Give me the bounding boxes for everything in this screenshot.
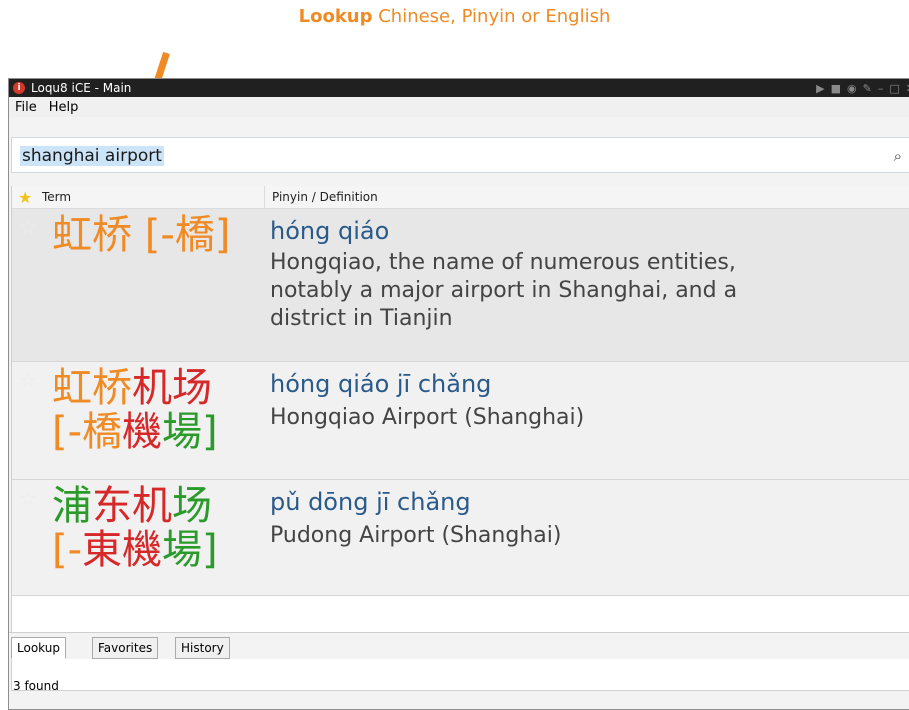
tab-favorites[interactable]: Favorites (92, 637, 159, 659)
column-definition[interactable]: Pinyin / Definition (272, 190, 378, 204)
term-simplified: 场 (172, 483, 212, 529)
result-term: 虹桥 [-橋] (52, 213, 262, 257)
result-row[interactable]: ☆ 虹桥 [-橋] hóng qiáo Hongqiao, the name o… (12, 209, 909, 362)
term-simplified: 虹桥 (52, 212, 132, 258)
app-icon: i (13, 82, 25, 94)
term-simplified: 东 (92, 483, 132, 529)
term-traditional: 機 (122, 409, 163, 455)
maximize-icon[interactable]: □ (889, 82, 899, 95)
search-input[interactable]: shanghai airport (20, 146, 164, 166)
result-term: 浦东机场 [-東機場] (52, 484, 262, 572)
definition-line: Pudong Airport (Shanghai) (270, 523, 562, 548)
term-traditional: [-橋 (52, 409, 123, 455)
search-box[interactable]: shanghai airport ⌕ (11, 137, 909, 173)
stop-icon[interactable]: ■ (831, 82, 841, 95)
camera-icon[interactable]: ◉ (847, 82, 857, 95)
term-simplified: 机 (132, 483, 172, 529)
minimize-icon[interactable]: – (878, 82, 884, 95)
result-definition: Pudong Airport (Shanghai) (270, 522, 870, 550)
definition-line: notably a major airport in Shanghai, and… (270, 278, 738, 303)
term-traditional: 東 (82, 527, 123, 573)
main-window: i Loqu8 iCE - Main ▶ ■ ◉ ✎ – □ ✕ File He… (8, 78, 909, 710)
search-icon[interactable]: ⌕ (894, 147, 902, 165)
term-traditional: 場] (162, 527, 218, 573)
annotation-caption: Lookup Chinese, Pinyin or English (0, 6, 909, 27)
definition-line: district in Tianjin (270, 306, 453, 331)
favorite-star-icon[interactable]: ☆ (19, 486, 37, 510)
column-divider (264, 186, 265, 208)
definition-line: Hongqiao Airport (Shanghai) (270, 405, 585, 430)
result-row[interactable]: ☆ 虹桥机场 [-橋機場] hóng qiáo jī chǎng Hongqia… (12, 362, 909, 480)
column-term[interactable]: Term (42, 190, 71, 204)
star-icon[interactable]: ★ (18, 188, 32, 207)
term-traditional: [- (52, 527, 83, 573)
definition-line: Hongqiao, the name of numerous entities, (270, 250, 736, 275)
result-row[interactable]: ☆ 浦东机场 [-東機場] pǔ dōng jī chǎng Pudong Ai… (12, 480, 909, 596)
tab-history[interactable]: History (175, 637, 230, 659)
window-title: Loqu8 iCE - Main (31, 81, 132, 95)
result-pinyin: hóng qiáo jī chǎng (270, 370, 492, 398)
term-simplified: 虹桥 (52, 365, 132, 411)
result-term: 虹桥机场 [-橋機場] (52, 366, 262, 454)
menu-file[interactable]: File (15, 100, 37, 115)
window-controls: ▶ ■ ◉ ✎ – □ ✕ (816, 79, 909, 97)
caption-rest: Chinese, Pinyin or English (372, 6, 611, 27)
menu-help[interactable]: Help (49, 100, 79, 115)
results-list: ★ Term Pinyin / Definition ☆ 虹桥 [-橋] hón… (11, 186, 909, 691)
result-definition: Hongqiao, the name of numerous entities,… (270, 249, 870, 333)
play-icon[interactable]: ▶ (816, 82, 824, 95)
term-traditional: [-橋] (144, 212, 231, 258)
result-pinyin: pǔ dōng jī chǎng (270, 488, 471, 516)
status-text: 3 found (13, 679, 59, 693)
settings-icon[interactable]: ✎ (863, 82, 872, 95)
menu-bar: File Help (9, 97, 909, 117)
favorite-star-icon[interactable]: ☆ (19, 215, 37, 239)
column-header: ★ Term Pinyin / Definition (12, 186, 909, 209)
result-definition: Hongqiao Airport (Shanghai) (270, 404, 870, 432)
favorite-star-icon[interactable]: ☆ (19, 368, 37, 392)
term-traditional: 場] (162, 409, 218, 455)
title-bar: i Loqu8 iCE - Main ▶ ■ ◉ ✎ – □ ✕ (9, 79, 909, 97)
tab-lookup[interactable]: Lookup (11, 637, 66, 659)
caption-bold: Lookup (298, 6, 373, 27)
tab-bar: Lookup Favorites History (9, 632, 909, 659)
term-traditional: 機 (122, 527, 163, 573)
term-simplified: 机场 (132, 365, 212, 411)
result-pinyin: hóng qiáo (270, 217, 390, 245)
term-simplified: 浦 (52, 483, 92, 529)
